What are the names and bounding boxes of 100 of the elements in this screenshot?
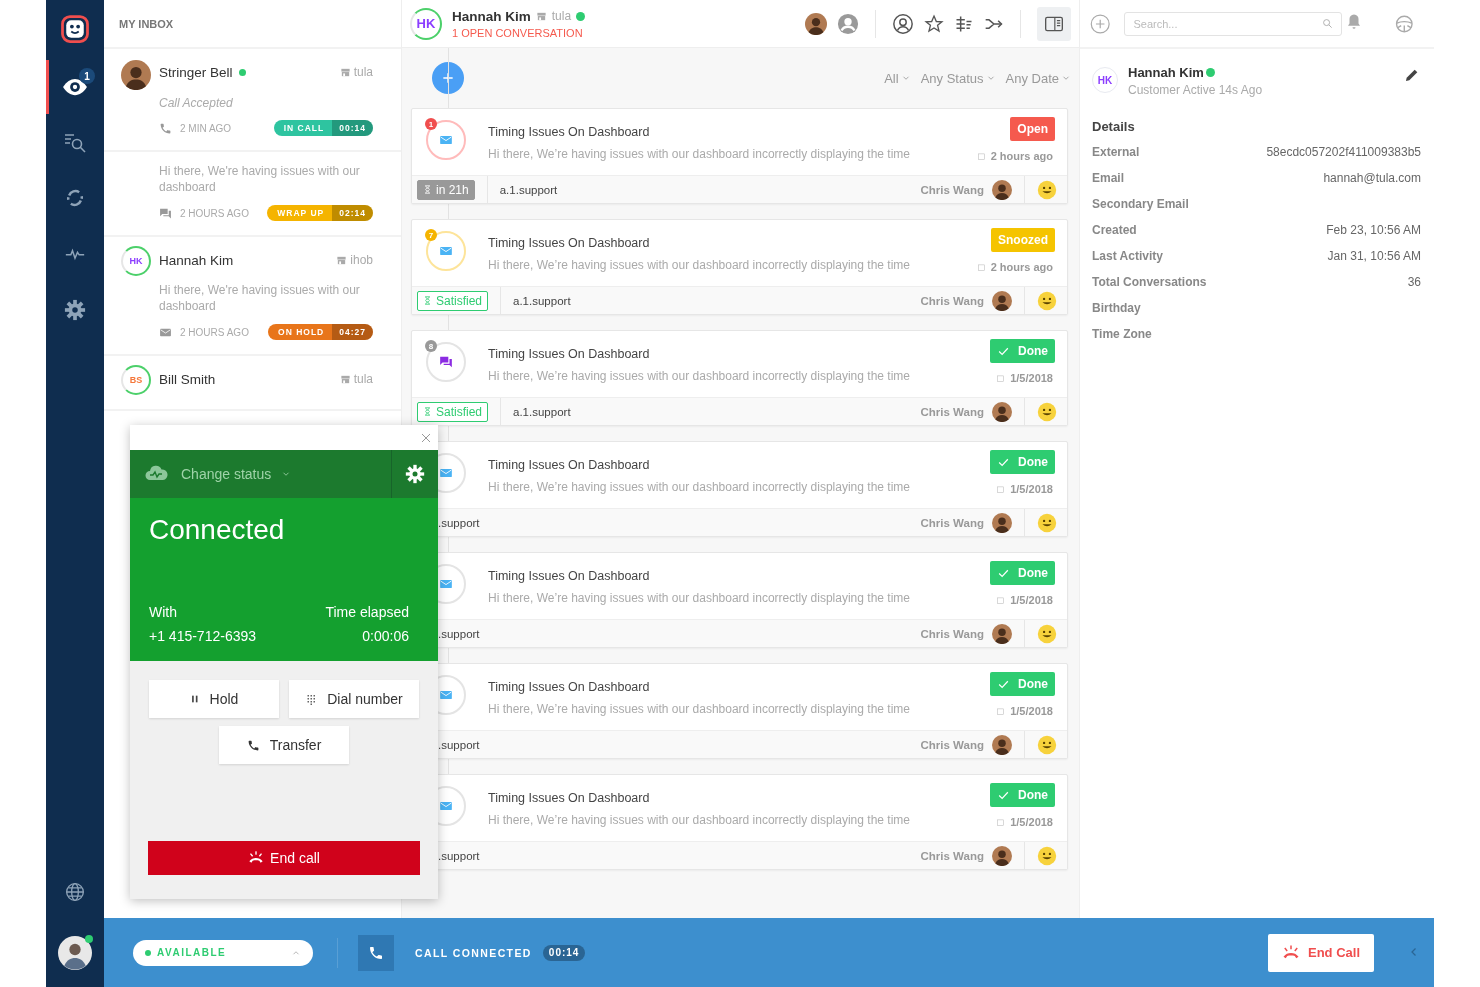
date-label: 1/5/2018	[1010, 372, 1053, 384]
email-icon	[439, 133, 453, 147]
call-status-text: CALL CONNECTED	[415, 946, 532, 959]
person-avatar	[121, 60, 151, 90]
calendar-icon	[996, 595, 1006, 605]
settings-icon	[64, 299, 86, 321]
status-pill: ON HOLD 04:27	[268, 324, 373, 340]
conversation-title: Timing Issues On Dashboard	[488, 458, 651, 472]
add-circle-icon[interactable]	[1090, 12, 1111, 35]
queue-label: a.1.support	[513, 405, 571, 418]
date-label: 1/5/2018	[1010, 483, 1053, 495]
conversation-card[interactable]: 8 Timing Issues On Dashboard Hi there, We’re having issues with our dashboard incorrectly displaying the time Done 1/5/2018 Satisfied a.1.support Chris Wang	[411, 330, 1068, 426]
message-preview: Hi there, We're having issues with our dashboard	[159, 163, 361, 195]
conversation-item[interactable]: Hi there, We're having issues with our dashboard 2 HOURS AGO WRAP UP 02:14	[104, 152, 401, 237]
add-button[interactable]	[432, 62, 464, 94]
user-icon[interactable]	[837, 12, 859, 35]
panel-toggle-button[interactable]	[1037, 6, 1071, 41]
detail-label: Last Activity	[1092, 249, 1163, 263]
elapsed-time: 0:00:06	[361, 628, 409, 644]
brand-label: ihob	[350, 253, 373, 267]
conversation-title: Timing Issues On Dashboard	[488, 347, 651, 361]
smiley-icon	[1037, 179, 1057, 200]
email-icon	[439, 577, 453, 591]
store-icon	[535, 10, 547, 22]
user-circle-icon[interactable]	[892, 12, 914, 35]
end-call-button[interactable]: End call	[148, 841, 420, 875]
search-field[interactable]: Search...	[1124, 11, 1343, 36]
transfer-icon	[246, 738, 260, 752]
smiley-icon	[1037, 623, 1057, 644]
count-badge: 1	[79, 68, 95, 84]
conversation-title: Timing Issues On Dashboard	[488, 569, 651, 583]
hold-button[interactable]: Hold	[149, 680, 279, 718]
end-call-button[interactable]: End Call	[1268, 933, 1374, 972]
status-pill: IN CALL 00:14	[273, 120, 373, 136]
time-ago: 2 HOURS AGO	[180, 207, 249, 219]
chat-icon	[439, 355, 453, 369]
contact-name: Hannah Kim	[159, 252, 234, 268]
detail-label: Birthday	[1092, 301, 1141, 315]
pencil-icon[interactable]	[1404, 67, 1420, 83]
call-timer: 00:14	[542, 944, 586, 961]
contact-name: Bill Smith	[159, 371, 216, 387]
email-icon	[439, 799, 453, 813]
status-button[interactable]: Open	[1010, 117, 1055, 141]
satisfaction-badge: Satisfied	[417, 401, 489, 422]
close-button[interactable]	[420, 431, 432, 444]
date-label: 2 hours ago	[990, 261, 1053, 273]
steering-wheel-icon[interactable]	[1395, 13, 1414, 34]
logo-icon[interactable]	[60, 14, 90, 44]
date-label: 1/5/2018	[1010, 816, 1053, 828]
conversation-title: Timing Issues On Dashboard	[488, 125, 651, 139]
conversation-item[interactable]: HK Hannah Kim ihob Hi there, We're having issues with our dashboard 2 HOURS AGO ON HOLD 04:27	[104, 237, 401, 356]
with-label: With	[149, 604, 178, 620]
assignee-name: Chris Wang	[920, 294, 984, 307]
transfer-button[interactable]: Transfer	[219, 726, 349, 764]
dialpad-icon	[305, 693, 318, 705]
conversation-title: Timing Issues On Dashboard	[488, 236, 651, 250]
detail-value: hannah@tula.com	[1323, 171, 1421, 185]
phone-number: +1 415-712-6393	[149, 628, 258, 644]
count-badge: 1	[425, 118, 437, 130]
hourglass-icon	[423, 184, 432, 195]
conversation-item[interactable]: BS Bill Smith tula	[104, 356, 401, 411]
smiley-icon	[1037, 290, 1057, 311]
conversation-card[interactable]: 7 Timing Issues On Dashboard Hi there, We’re having issues with our dashboard incorrectly displaying the time Snoozed 2 hours ago Satisfied a.1.support Chris Wang	[411, 219, 1068, 315]
queue-label: .support	[438, 738, 480, 751]
count-badge: 8	[425, 340, 437, 352]
detail-label: External	[1092, 145, 1140, 159]
message-preview: Hi there, We’re having issues with our dashboard incorrectly displaying the time	[488, 147, 911, 161]
initials-avatar: BS	[121, 365, 151, 395]
person-avatar	[992, 623, 1012, 644]
brand-label: tula	[551, 9, 572, 23]
settings-icon	[405, 464, 425, 484]
calendar-icon	[996, 817, 1006, 827]
message-preview: Hi there, We’re having issues with our dashboard incorrectly displaying the time	[488, 702, 911, 716]
phone-icon	[159, 121, 172, 135]
person-avatar[interactable]	[805, 12, 827, 35]
phone-button[interactable]	[358, 934, 394, 971]
person-avatar	[992, 512, 1012, 533]
call-status-text: Call Accepted	[159, 96, 234, 110]
email-icon	[439, 244, 453, 258]
person-avatar	[992, 179, 1012, 200]
section-title: MY INBOX	[119, 17, 174, 30]
assignee-name: Chris Wang	[920, 627, 984, 640]
dialpad-button[interactable]: Dial number	[289, 680, 419, 718]
person-avatar	[992, 290, 1012, 311]
date-label: 1/5/2018	[1010, 594, 1053, 606]
status-dot	[145, 949, 151, 956]
assignee-name: Chris Wang	[920, 405, 984, 418]
contact-name: Stringer Bell	[159, 64, 233, 80]
globe-icon	[65, 882, 85, 902]
message-preview: Hi there, We're having issues with our dashboard	[159, 282, 361, 314]
status-pill: WRAP UP 02:14	[267, 205, 373, 221]
agent-avatar[interactable]	[58, 936, 92, 970]
message-preview: Hi there, We’re having issues with our dashboard incorrectly displaying the time	[488, 258, 911, 272]
conversation-title: Timing Issues On Dashboard	[488, 791, 651, 805]
conversation-item[interactable]: Stringer Bell tula Call Accepted 2 MIN AGO IN CALL 00:14	[104, 49, 401, 152]
star-icon[interactable]	[924, 13, 944, 34]
queue-label: a.1.support	[513, 294, 571, 307]
conversation-card[interactable]: 1 Timing Issues On Dashboard Hi there, We’re having issues with our dashboard incorrectly displaying the time Open 2 hours ago in 21h a.1.support Chris Wang	[411, 108, 1068, 204]
search-icon	[1322, 18, 1334, 29]
detail-label: Secondary Email	[1092, 197, 1189, 211]
